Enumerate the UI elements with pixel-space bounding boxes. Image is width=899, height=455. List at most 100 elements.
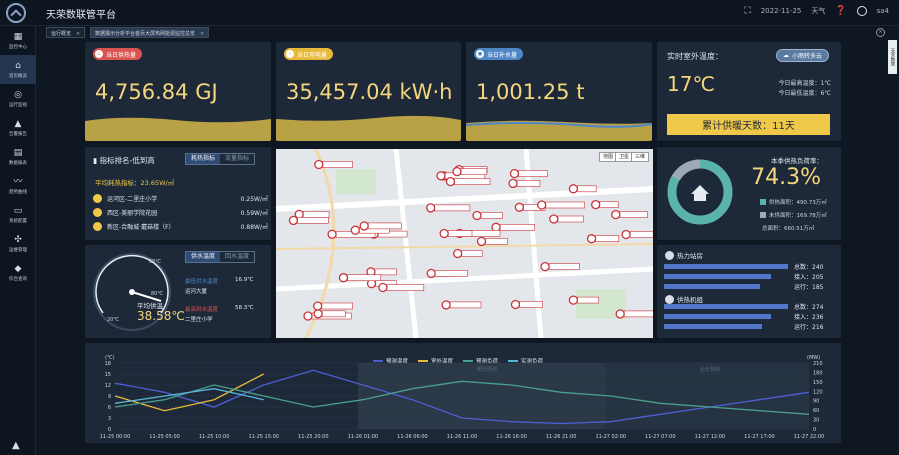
station-pin-icon[interactable] — [472, 210, 482, 221]
station-pin-icon[interactable] — [510, 299, 521, 310]
station-pin-label[interactable] — [367, 222, 402, 230]
fullscreen-icon[interactable]: ⛶ — [744, 6, 750, 16]
station-pin-icon[interactable] — [568, 184, 579, 194]
station-pin-icon[interactable] — [445, 176, 456, 187]
station-pin-icon[interactable] — [508, 178, 518, 189]
station-pin-icon[interactable] — [359, 221, 369, 231]
toggle-flow-index[interactable]: 流量指标 — [220, 154, 254, 164]
close-icon[interactable]: × — [76, 31, 80, 37]
sidebar-item[interactable]: ✣ 运维管理 — [0, 229, 36, 258]
station-pin-label[interactable] — [297, 217, 329, 224]
station-pin-label[interactable] — [619, 211, 648, 218]
map-3d-button[interactable]: 三维 — [630, 152, 649, 162]
station-pin-icon[interactable] — [378, 282, 388, 293]
station-pin-label[interactable] — [454, 178, 491, 185]
weather-pill[interactable]: ☁ 小雨转多云 — [775, 49, 829, 62]
station-pin-icon[interactable] — [615, 309, 625, 319]
station-pin-icon[interactable] — [313, 309, 323, 319]
station-pin-icon[interactable] — [439, 228, 449, 239]
station-pin-icon[interactable] — [509, 168, 520, 179]
toggle-heat-index[interactable]: 耗热指标 — [186, 154, 221, 164]
station-pin-icon[interactable] — [426, 203, 436, 213]
station-pin-icon[interactable] — [327, 229, 337, 239]
help-icon[interactable]: ❓ — [835, 6, 846, 16]
side-tag[interactable]: 天荣数联 — [888, 40, 897, 74]
user-name[interactable]: sa4 — [877, 7, 889, 15]
sidebar-item[interactable]: ◎ 运行监视 — [0, 84, 36, 113]
sidebar-item[interactable]: ◆ 综合查询 — [0, 258, 36, 287]
gauge-toggle[interactable]: 供水温度 回水温度 — [185, 251, 256, 263]
station-pin-label[interactable] — [321, 302, 354, 310]
toggle-return-temp[interactable]: 回水温度 — [220, 252, 254, 262]
station-pin-label[interactable] — [595, 235, 620, 242]
station-pin-icon[interactable] — [540, 261, 550, 272]
tab-dashboard[interactable]: 数据展示分析平台首页大屏热网能源监控总览 × — [90, 27, 210, 38]
station-pin-label[interactable] — [480, 212, 503, 219]
station-pin-label[interactable] — [577, 296, 599, 304]
station-pin-icon[interactable] — [441, 300, 451, 310]
station-pin-icon[interactable] — [338, 273, 349, 283]
station-pin-label[interactable] — [499, 224, 536, 231]
station-pin-label[interactable] — [460, 168, 488, 175]
station-pin-icon[interactable] — [568, 295, 579, 305]
station-pin-icon[interactable] — [591, 199, 601, 210]
station-pin-label[interactable] — [516, 180, 541, 187]
close-icon[interactable]: × — [200, 31, 204, 37]
station-pin-label[interactable] — [434, 270, 468, 277]
station-pin-icon[interactable] — [436, 171, 446, 181]
station-pin-label[interactable] — [519, 301, 543, 308]
station-pin-label[interactable] — [386, 284, 425, 291]
station-pin-icon[interactable] — [288, 215, 299, 226]
sidebar-item[interactable]: 〰趋势曲线 — [0, 171, 36, 200]
sidebar-item[interactable]: ▭ 系统配置 — [0, 200, 36, 229]
tab-overview[interactable]: 运行概览 × — [46, 27, 86, 38]
close-all-tabs-icon[interactable]: × — [876, 28, 885, 37]
station-pin-label[interactable] — [548, 263, 580, 270]
trend-chart[interactable]: 明日预测 后日预测03691215180306090120150180210(℃)… — [85, 343, 841, 443]
station-pin-label[interactable] — [629, 231, 653, 238]
rank-row[interactable]: 运河区-二里庄小学 0.25W/㎡ — [93, 192, 268, 204]
station-pin-label[interactable] — [434, 204, 471, 212]
station-pin-icon[interactable] — [476, 236, 487, 247]
ranking-toggle[interactable]: 耗热指标 流量指标 — [185, 153, 256, 165]
station-pin-icon[interactable] — [453, 248, 463, 259]
app-logo[interactable] — [6, 3, 26, 23]
station-pin-label[interactable] — [599, 201, 619, 208]
station-pin-icon[interactable] — [611, 209, 621, 220]
station-pin-icon[interactable] — [314, 159, 324, 170]
station-pin-label[interactable] — [461, 250, 483, 257]
station-pin-label[interactable] — [623, 310, 653, 318]
rank-row[interactable]: 西区-美丽学院花园 0.59W/㎡ — [93, 206, 268, 218]
station-pin-label[interactable] — [518, 170, 548, 177]
station-pin-icon[interactable] — [303, 311, 313, 321]
station-pin-icon[interactable] — [350, 225, 360, 235]
station-pin-label[interactable] — [577, 185, 597, 193]
sidebar-item[interactable]: ⌂ 首页概览 — [0, 55, 36, 84]
station-pin-label[interactable] — [485, 238, 508, 245]
station-pin-icon[interactable] — [586, 234, 597, 244]
station-pin-icon[interactable] — [514, 202, 525, 212]
station-pin-label[interactable] — [347, 274, 382, 281]
user-avatar[interactable] — [856, 6, 867, 16]
map-canvas[interactable] — [276, 149, 653, 338]
station-pin-label[interactable] — [321, 310, 346, 318]
station-pin-label[interactable] — [449, 301, 482, 309]
station-pin-icon[interactable] — [621, 229, 631, 240]
toggle-supply-temp[interactable]: 供水温度 — [186, 252, 221, 262]
notification-bell-icon[interactable]: ▲ — [12, 440, 20, 451]
station-pin-icon[interactable] — [549, 214, 559, 224]
station-pin-icon[interactable] — [313, 301, 323, 311]
station-pin-icon[interactable] — [452, 166, 462, 177]
station-pin-label[interactable] — [374, 268, 397, 276]
station-map[interactable]: 地图 卫星 三维 — [276, 149, 653, 338]
station-pin-icon[interactable] — [537, 200, 547, 210]
station-pin-label[interactable] — [557, 215, 584, 223]
station-pin-icon[interactable] — [426, 268, 436, 279]
sidebar-item[interactable]: ▦ 监控中心 — [0, 26, 36, 55]
sidebar-item[interactable]: ▤ 数据报表 — [0, 142, 36, 171]
rank-row[interactable]: 新区-合融城·蘑菇楼（F） 0.88W/㎡ — [93, 220, 268, 232]
station-pin-label[interactable] — [447, 230, 473, 237]
station-pin-label[interactable] — [545, 201, 586, 209]
sidebar-item[interactable]: ▲ 告警报告 — [0, 113, 36, 142]
station-pin-label[interactable] — [302, 211, 330, 218]
